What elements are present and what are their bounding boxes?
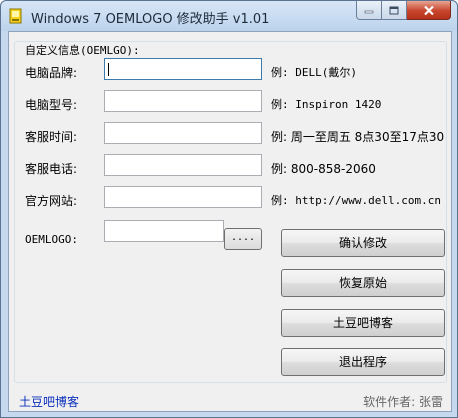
- exit-button[interactable]: 退出程序: [281, 348, 445, 376]
- author-text: 软件作者: 张雷: [363, 395, 443, 409]
- title-bar[interactable]: Windows 7 OEMLOGO 修改助手 v1.01: [1, 1, 457, 31]
- website-input[interactable]: [104, 186, 262, 208]
- oemlogo-label: OEMLOGO:: [25, 233, 78, 246]
- client-area: 自定义信息(OEMLGO): 电脑品牌: 例: DELL(戴尔) 电脑型号: 例…: [8, 31, 452, 412]
- website-example: 例: http://www.dell.com.cn: [271, 194, 441, 207]
- restore-button[interactable]: 恢复原始: [281, 269, 445, 297]
- service-hours-input[interactable]: [104, 122, 262, 144]
- brand-example: 例: DELL(戴尔): [271, 66, 357, 79]
- website-label: 官方网站:: [25, 194, 78, 208]
- window-title: Windows 7 OEMLOGO 修改助手 v1.01: [31, 12, 270, 27]
- maximize-icon: [389, 6, 399, 14]
- service-phone-label: 客服电话:: [25, 162, 78, 176]
- model-example: 例: Inspiron 1420: [271, 98, 382, 111]
- service-hours-label: 客服时间:: [25, 130, 78, 144]
- caption-buttons: [356, 1, 451, 21]
- app-icon: [9, 8, 22, 24]
- brand-input[interactable]: [104, 58, 262, 80]
- service-phone-example: 例: 800-858-2060: [271, 162, 376, 176]
- group-title: 自定义信息(OEMLGO):: [23, 42, 142, 58]
- service-phone-input[interactable]: [104, 154, 262, 176]
- minimize-icon: [364, 10, 374, 14]
- custom-info-group: 自定义信息(OEMLGO): 电脑品牌: 例: DELL(戴尔) 电脑型号: 例…: [14, 41, 447, 383]
- close-button[interactable]: [407, 1, 451, 20]
- blog-button[interactable]: 土豆吧博客: [281, 309, 445, 337]
- maximize-button[interactable]: [382, 1, 407, 20]
- model-input[interactable]: [104, 90, 262, 112]
- brand-label: 电脑品牌:: [25, 66, 78, 80]
- close-icon: [423, 5, 434, 15]
- oemlogo-path-input[interactable]: [104, 220, 224, 242]
- model-label: 电脑型号:: [25, 98, 78, 112]
- minimize-button[interactable]: [356, 1, 382, 20]
- confirm-button[interactable]: 确认修改: [281, 229, 445, 257]
- blog-link[interactable]: 土豆吧博客: [19, 393, 79, 410]
- service-hours-example: 例: 周一至周五 8点30至17点30: [271, 130, 445, 144]
- browse-button[interactable]: ....: [224, 228, 262, 250]
- text-caret: [108, 63, 109, 76]
- app-window: Windows 7 OEMLOGO 修改助手 v1.01 自定义信息(OEMLG…: [0, 0, 458, 418]
